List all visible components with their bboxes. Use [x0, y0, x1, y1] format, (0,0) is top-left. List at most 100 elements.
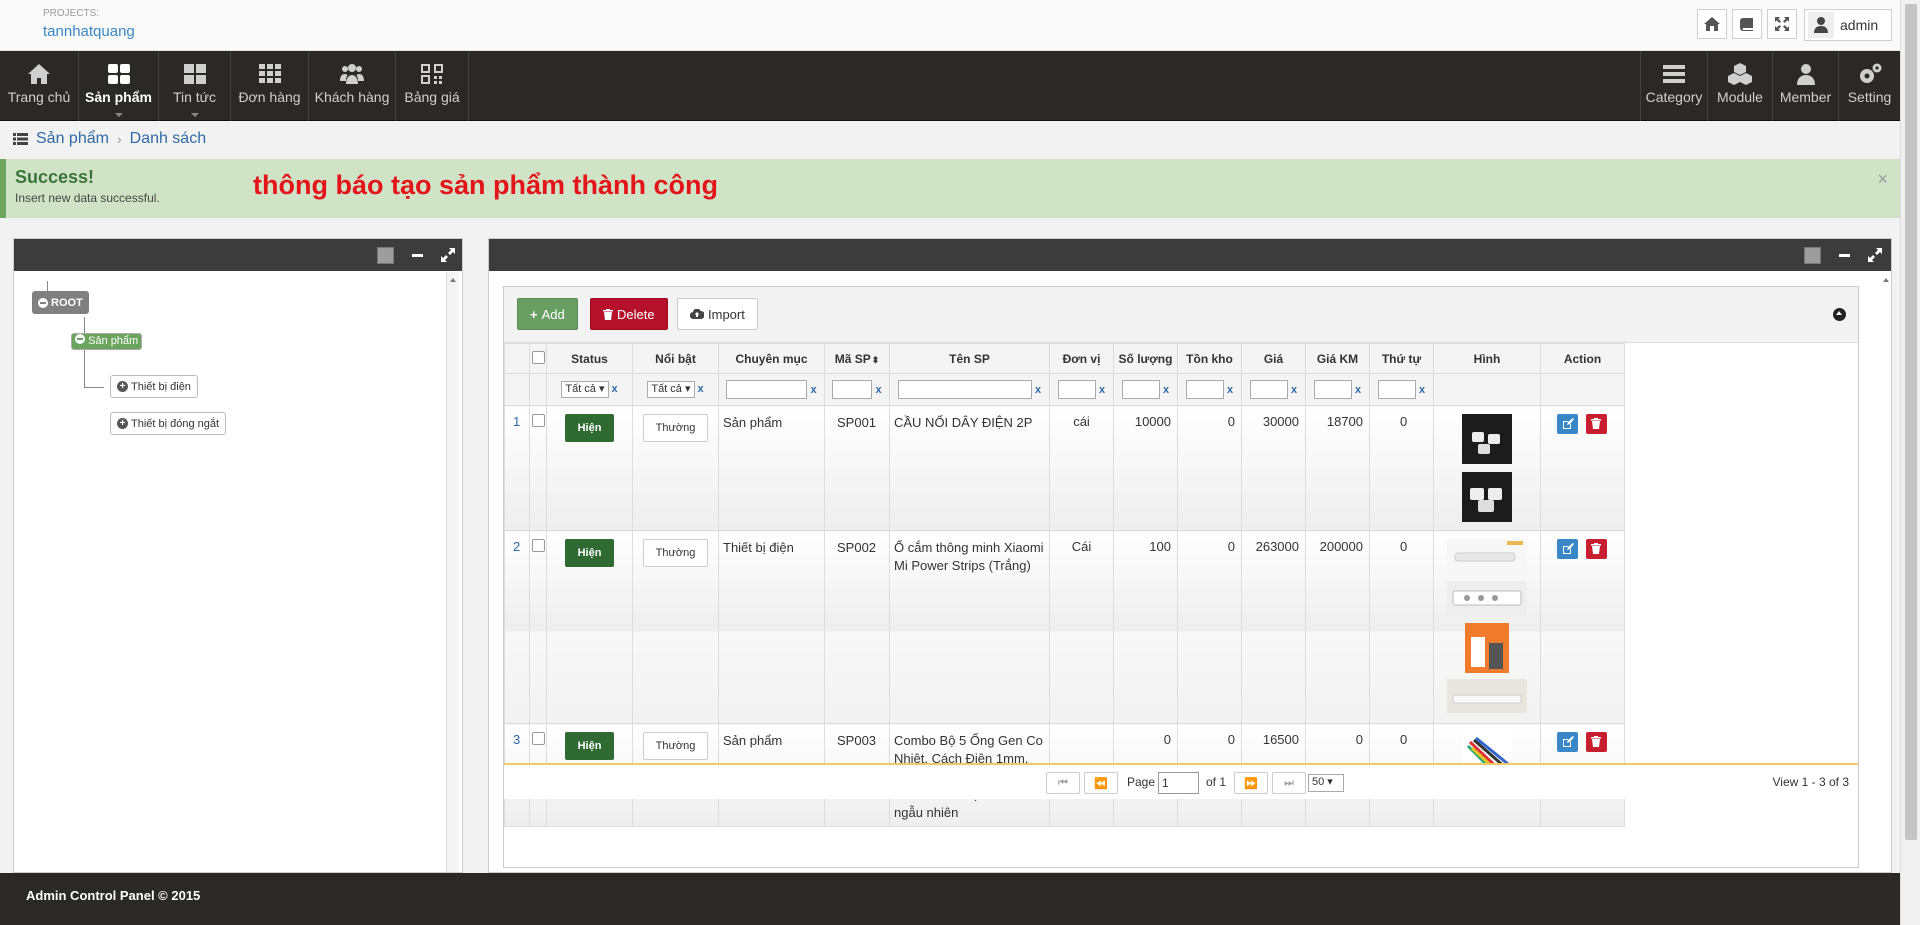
column-header[interactable]: Thứ tự — [1369, 343, 1434, 374]
tree-node-switchgear[interactable]: + Thiết bị đóng ngắt — [110, 412, 227, 435]
clear-filter-button[interactable]: x — [1099, 384, 1105, 396]
clear-filter-button[interactable]: x — [1163, 384, 1169, 396]
stock-filter-input[interactable] — [1185, 380, 1224, 399]
tree-scrollbar[interactable] — [446, 272, 458, 872]
page-size-select[interactable]: 50 ▾ — [1308, 774, 1344, 792]
delete-row-button[interactable] — [1585, 539, 1607, 559]
column-header[interactable]: Giá KM — [1305, 343, 1370, 374]
panel-toggle-button[interactable] — [1803, 246, 1821, 264]
product-image[interactable] — [1447, 679, 1527, 713]
nav-item-home[interactable]: Trang chủ — [0, 51, 79, 121]
breadcrumb-products-link[interactable]: Sản phẩm — [36, 130, 109, 148]
home-button[interactable] — [1697, 9, 1727, 39]
row-checkbox[interactable] — [531, 539, 545, 552]
delete-button[interactable]: Delete — [590, 298, 668, 330]
status-toggle-button[interactable]: Hiện — [565, 414, 614, 442]
add-button[interactable]: + Add — [517, 298, 578, 330]
featured-toggle-button[interactable]: Thường — [643, 732, 708, 760]
nav-item-category[interactable]: Category — [1640, 51, 1707, 121]
edit-button[interactable] — [1557, 414, 1578, 434]
panel-toggle-button[interactable] — [376, 246, 394, 264]
column-header[interactable]: Tên SP — [889, 343, 1050, 374]
panel-minimize-button[interactable] — [408, 246, 426, 264]
edit-button[interactable] — [1557, 539, 1578, 559]
product-image[interactable] — [1447, 539, 1527, 575]
code-filter-input[interactable] — [832, 380, 873, 399]
nav-item-customers[interactable]: Khách hàng — [309, 51, 396, 121]
alert-close-button[interactable]: × — [1877, 169, 1888, 190]
column-header[interactable]: Đơn vị — [1049, 343, 1114, 374]
fullscreen-button[interactable] — [1767, 9, 1797, 39]
nav-item-products[interactable]: Sản phẩm — [79, 51, 159, 121]
tree-node-root[interactable]: ROOT — [32, 291, 89, 314]
column-header[interactable]: Giá — [1241, 343, 1306, 374]
column-header[interactable]: Chuyên mục — [718, 343, 825, 374]
nav-item-member[interactable]: Member — [1772, 51, 1838, 121]
collapse-up-icon[interactable] — [1833, 308, 1846, 321]
clear-filter-button[interactable]: x — [1419, 384, 1425, 396]
unit-filter-input[interactable] — [1057, 380, 1096, 399]
column-header[interactable]: Hình — [1433, 343, 1541, 374]
column-header-code[interactable]: Mã SP⬍ — [824, 343, 890, 374]
price-filter-input[interactable] — [1249, 380, 1288, 399]
order-filter-input[interactable] — [1377, 380, 1416, 399]
book-button[interactable] — [1732, 9, 1762, 39]
tree-node-products[interactable]: Sản phẩm — [71, 333, 143, 350]
nav-item-news[interactable]: Tin tức — [159, 51, 231, 121]
delete-row-button[interactable] — [1585, 732, 1607, 752]
nav-item-module[interactable]: Module — [1707, 51, 1772, 121]
product-image[interactable] — [1447, 581, 1527, 617]
next-page-button[interactable]: ⏩ — [1234, 772, 1268, 794]
clear-filter-button[interactable]: x — [1355, 384, 1361, 396]
last-page-button[interactable]: ⏭ — [1272, 772, 1306, 794]
column-header[interactable]: Tồn kho — [1177, 343, 1242, 374]
panel-fullscreen-button[interactable] — [1866, 246, 1884, 264]
row-number[interactable]: 1 — [504, 405, 530, 531]
status-toggle-button[interactable]: Hiện — [565, 539, 614, 567]
row-checkbox[interactable] — [531, 414, 545, 427]
first-page-button[interactable]: ⏮ — [1046, 772, 1080, 794]
page-scrollbar[interactable] — [1900, 0, 1920, 925]
clear-filter-button[interactable]: x — [1291, 384, 1297, 396]
nav-item-setting[interactable]: Setting — [1838, 51, 1900, 121]
featured-toggle-button[interactable]: Thường — [643, 539, 708, 567]
table-row[interactable]: 1 Hiện Thường Sản phẩm SP001 CẦU NỐI DÂY… — [504, 405, 1625, 531]
breadcrumb-current[interactable]: Danh sách — [130, 130, 207, 148]
row-checkbox[interactable] — [531, 732, 545, 745]
nav-item-pricelist[interactable]: Bảng giá — [396, 51, 469, 121]
category-filter-input[interactable] — [726, 380, 808, 399]
product-image[interactable] — [1465, 623, 1509, 673]
page-number-input[interactable]: 1 — [1158, 772, 1199, 794]
clear-filter-button[interactable]: x — [698, 383, 704, 395]
select-all-checkbox[interactable] — [531, 350, 545, 364]
row-number[interactable]: 2 — [504, 530, 530, 724]
delete-row-button[interactable] — [1585, 414, 1607, 434]
product-image[interactable] — [1462, 472, 1512, 522]
status-toggle-button[interactable]: Hiện — [565, 732, 614, 760]
column-header[interactable]: Nổi bật — [632, 343, 719, 374]
product-image[interactable] — [1462, 414, 1512, 464]
table-row[interactable]: 2 Hiện Thường Thiết bị điện SP002 Ổ cắm … — [504, 530, 1625, 724]
user-menu[interactable]: admin — [1804, 9, 1892, 41]
column-header[interactable]: Số lượng — [1113, 343, 1178, 374]
clear-filter-button[interactable]: x — [810, 384, 816, 396]
featured-filter-select[interactable]: Tất cả ▾ — [647, 381, 695, 398]
tree-node-electrical-devices[interactable]: + Thiết bị điện — [110, 375, 198, 398]
featured-toggle-button[interactable]: Thường — [643, 414, 708, 442]
prev-page-button[interactable]: ⏪ — [1084, 772, 1118, 794]
sale-price-filter-input[interactable] — [1313, 380, 1352, 399]
panel-minimize-button[interactable] — [1835, 246, 1853, 264]
column-header[interactable]: Status — [546, 343, 633, 374]
import-button[interactable]: Import — [677, 298, 758, 330]
edit-button[interactable] — [1557, 732, 1578, 752]
clear-filter-button[interactable]: x — [612, 383, 618, 395]
project-name-link[interactable]: tannhatquang — [43, 23, 135, 40]
qty-filter-input[interactable] — [1121, 380, 1160, 399]
clear-filter-button[interactable]: x — [875, 384, 881, 396]
nav-item-orders[interactable]: Đơn hàng — [231, 51, 309, 121]
clear-filter-button[interactable]: x — [1035, 384, 1041, 396]
column-header[interactable]: Action — [1540, 343, 1625, 374]
scrollbar-thumb[interactable] — [1905, 4, 1917, 840]
name-filter-input[interactable] — [897, 380, 1032, 399]
panel-fullscreen-button[interactable] — [439, 246, 457, 264]
